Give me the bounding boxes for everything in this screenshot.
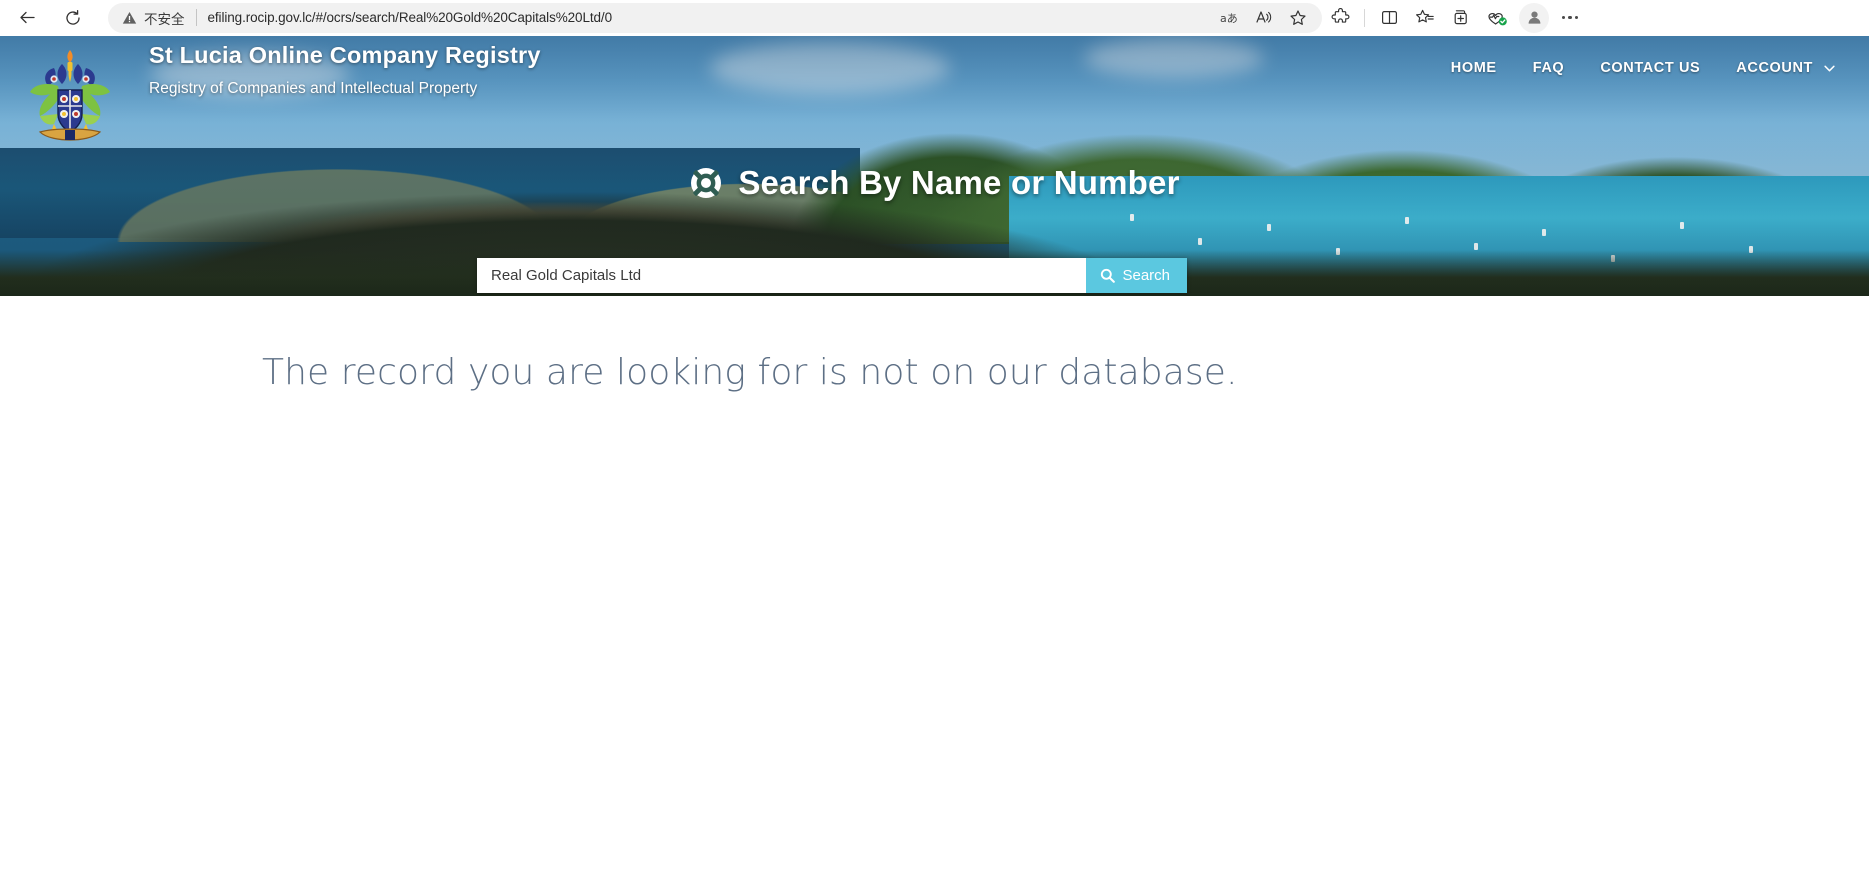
profile-avatar-icon: [1528, 11, 1540, 24]
dot: [1561, 15, 1566, 20]
no-results-message: The record you are looking for is not on…: [262, 352, 1238, 393]
life-ring-icon: [691, 168, 722, 198]
favorite-button[interactable]: [1282, 4, 1314, 32]
collections-button[interactable]: [1407, 3, 1443, 33]
site-subtitle: Registry of Companies and Intellectual P…: [149, 80, 478, 98]
coat-of-arms-crest: [30, 50, 110, 141]
browser-toolbar: 不安全 efiling.rocip.gov.lc/#/ocrs/search/R…: [0, 0, 1869, 36]
omnibox-divider: [195, 9, 197, 26]
translate-button[interactable]: aあ: [1214, 4, 1246, 32]
nav-contact-us[interactable]: CONTACT US: [1582, 50, 1718, 86]
browser-actions: [1322, 2, 1595, 33]
security-label: 不安全: [144, 11, 185, 28]
url-text: efiling.rocip.gov.lc/#/ocrs/search/Real%…: [207, 10, 612, 25]
nav-home[interactable]: HOME: [1433, 50, 1515, 86]
search-button[interactable]: Search: [1086, 258, 1187, 293]
extensions-icon: [1331, 8, 1349, 23]
search-heading-text: Search By Name or Number: [738, 164, 1180, 201]
browser-essentials-button[interactable]: [1479, 3, 1515, 33]
add-to-collections-button[interactable]: [1443, 3, 1479, 33]
hero-content: St Lucia Online Company Registry Registr…: [0, 36, 1869, 296]
main-content: The record you are looking for is not on…: [0, 296, 1869, 882]
main-navigation: HOME FAQ CONTACT US ACCOUNT: [1433, 50, 1845, 86]
reload-button[interactable]: [56, 3, 90, 33]
read-aloud-button[interactable]: [1248, 4, 1280, 32]
svg-text:aあ: aあ: [1220, 12, 1238, 25]
nav-account-label: ACCOUNT: [1736, 60, 1813, 76]
search-input[interactable]: [477, 258, 1087, 293]
magnifier-icon: [1101, 268, 1116, 283]
site-branding: St Lucia Online Company Registry Registr…: [149, 41, 541, 98]
search-heading: Search By Name or Number: [0, 164, 1869, 202]
collections-icon: [1416, 9, 1434, 23]
reload-icon: [66, 9, 80, 25]
back-button[interactable]: [10, 3, 44, 33]
profile-button[interactable]: [1519, 2, 1549, 33]
settings-more-button[interactable]: [1553, 3, 1587, 33]
toolbar-divider: [1364, 8, 1365, 27]
site-title: St Lucia Online Company Registry: [149, 42, 541, 68]
dot: [1574, 15, 1579, 20]
security-status[interactable]: 不安全: [122, 8, 185, 28]
dot: [1568, 15, 1572, 20]
heartbeat-icon: [1487, 12, 1507, 26]
chevron-down-icon: [1824, 65, 1835, 71]
nav-account[interactable]: ACCOUNT: [1718, 50, 1845, 86]
read-aloud-icon: [1256, 10, 1272, 23]
nav-faq[interactable]: FAQ: [1515, 50, 1583, 86]
warning-triangle-icon: [122, 11, 137, 24]
search-form: Search: [477, 258, 1187, 293]
split-screen-icon: [1381, 10, 1397, 25]
translate-icon: aあ: [1220, 12, 1238, 25]
extensions-button[interactable]: [1322, 3, 1358, 33]
favorite-star-icon: [1290, 9, 1306, 25]
split-screen-button[interactable]: [1371, 3, 1407, 33]
add-to-collections-icon: [1454, 10, 1467, 25]
back-arrow-icon: [19, 11, 35, 24]
omnibox-actions: aあ: [1214, 4, 1314, 32]
hero-banner: St Lucia Online Company Registry Registr…: [0, 36, 1869, 296]
address-bar[interactable]: 不安全 efiling.rocip.gov.lc/#/ocrs/search/R…: [108, 2, 1322, 33]
search-button-label: Search: [1122, 267, 1170, 284]
